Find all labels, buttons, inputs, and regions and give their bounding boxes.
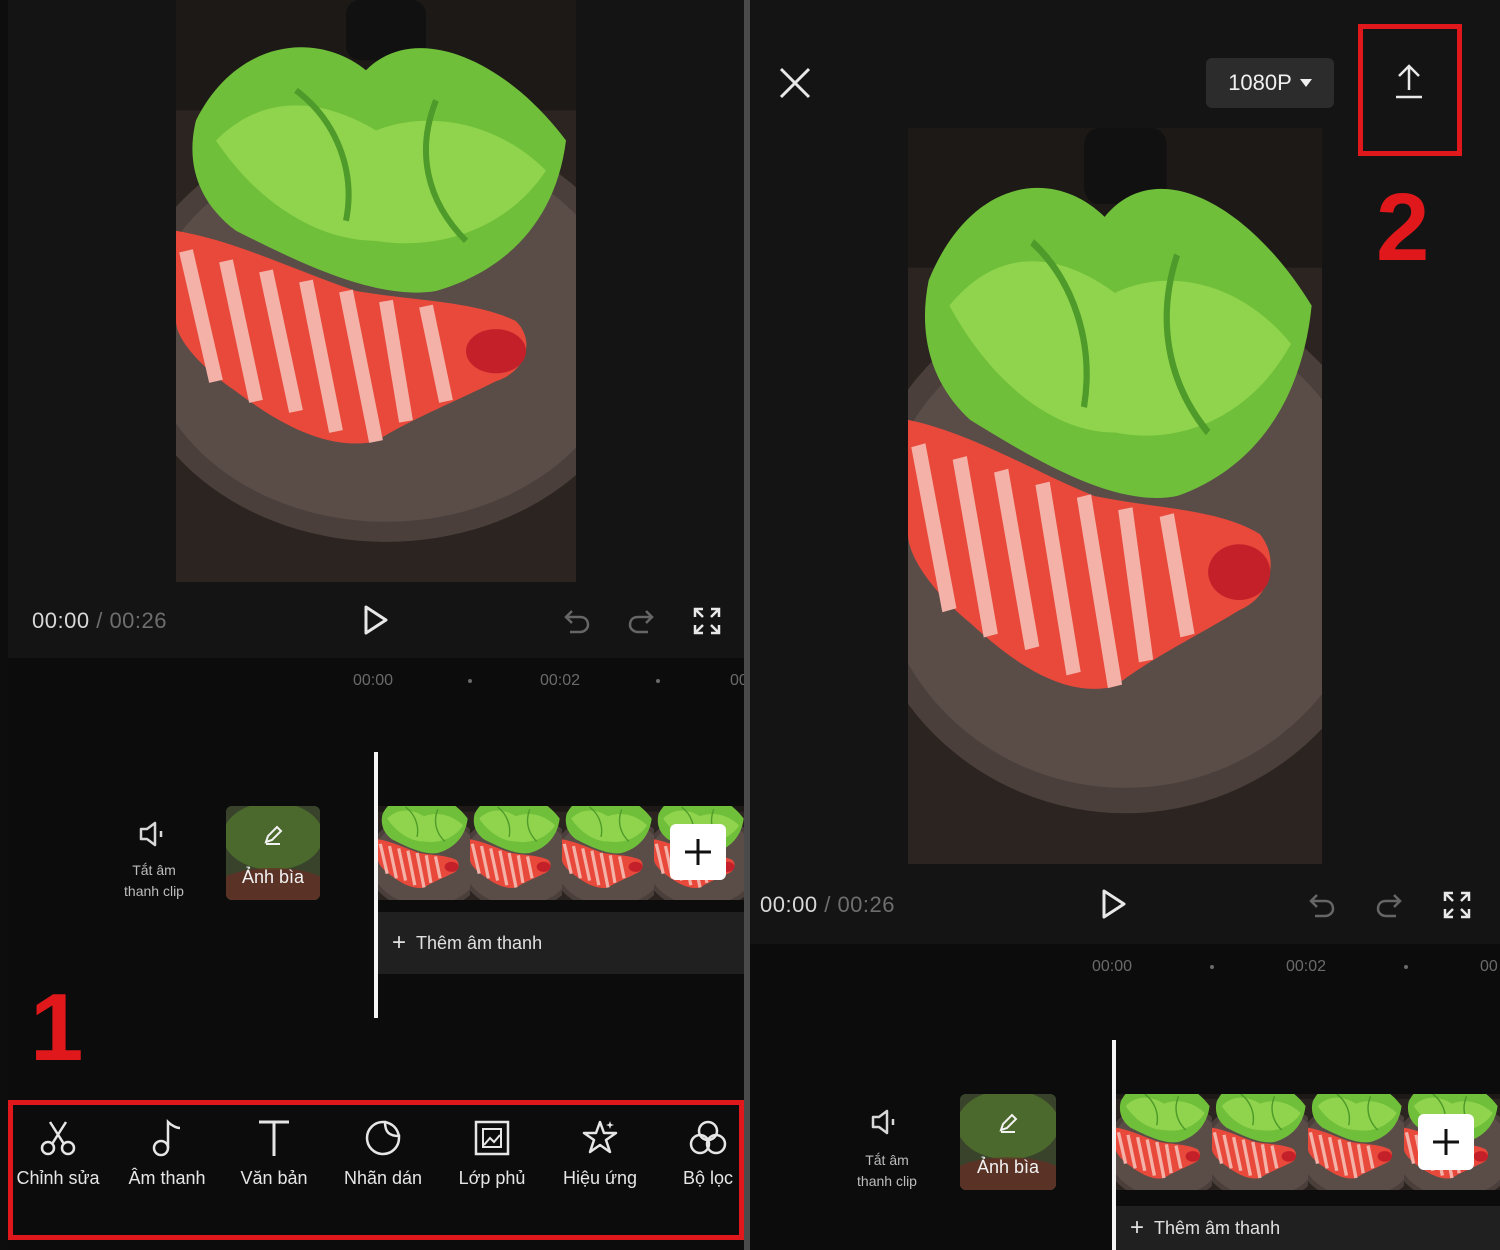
add-audio-plus-icon: +	[392, 929, 407, 956]
speaker-icon	[139, 821, 163, 847]
fullscreen-icon	[1443, 891, 1471, 919]
clip-frame	[470, 806, 562, 900]
clip-frame	[1212, 1094, 1308, 1190]
clip-frame	[1116, 1094, 1212, 1190]
edit-pencil-icon	[226, 824, 320, 846]
redo-icon	[628, 610, 654, 634]
ruler-mark: 00:00	[353, 672, 394, 689]
video-preview	[176, 0, 576, 582]
play-icon	[364, 605, 388, 635]
ruler-mark: 00	[1480, 958, 1498, 975]
speaker-icon	[871, 1109, 895, 1135]
mute-clip-label-line1: Tắt âm	[865, 1152, 909, 1168]
cover-thumbnail[interactable]: Ảnh bìa	[226, 806, 320, 900]
resolution-label: 1080P	[1228, 70, 1292, 95]
plus-icon	[685, 839, 711, 865]
ruler-mark: 00:02	[540, 672, 581, 689]
play-button[interactable]	[358, 602, 394, 638]
redo-button[interactable]	[1372, 888, 1406, 922]
mute-clip-button[interactable]	[868, 1106, 904, 1138]
clip-frame	[378, 806, 470, 900]
undo-icon	[1309, 894, 1335, 918]
timecode-current: 00:00	[760, 892, 818, 917]
export-highlight-box	[1358, 24, 1462, 156]
annotation-step-2: 2	[1376, 174, 1430, 281]
ruler-dot	[468, 679, 472, 683]
undo-button[interactable]	[1305, 888, 1339, 922]
left-editor-screen: 00:00 / 00:26 00:00 00:02 00 Tắt âm than…	[8, 0, 744, 1250]
mute-clip-label-line2: thanh clip	[124, 883, 184, 899]
redo-button[interactable]	[624, 604, 658, 638]
undo-button[interactable]	[560, 604, 594, 638]
mute-clip-label-line1: Tắt âm	[132, 862, 176, 878]
close-button[interactable]	[774, 62, 816, 104]
fullscreen-button[interactable]	[1440, 888, 1474, 922]
ruler-dot	[1404, 965, 1408, 969]
timecode-current: 00:00	[32, 608, 90, 633]
add-audio-label: Thêm âm thanh	[416, 932, 543, 953]
cover-label: Ảnh bìa	[976, 1157, 1040, 1177]
add-audio-label: Thêm âm thanh	[1154, 1217, 1281, 1238]
fullscreen-button[interactable]	[690, 604, 724, 638]
ruler-dot	[1210, 965, 1214, 969]
timecode-total: 00:26	[109, 608, 167, 633]
play-button[interactable]	[1096, 886, 1132, 922]
clip-frame	[562, 806, 654, 900]
ruler-mark: 00:02	[1286, 958, 1327, 975]
mute-clip-button[interactable]	[136, 818, 172, 850]
plus-icon	[1433, 1129, 1459, 1155]
mute-clip-label: Tắt âm thanh clip	[99, 860, 209, 902]
undo-icon	[564, 610, 590, 634]
timecode-total: 00:26	[837, 892, 895, 917]
add-audio-button[interactable]: + Thêm âm thanh	[378, 912, 744, 974]
fullscreen-icon	[693, 607, 721, 635]
redo-icon	[1376, 894, 1402, 918]
mute-clip-label-line2: thanh clip	[857, 1173, 917, 1189]
chevron-down-icon	[1299, 79, 1312, 87]
add-audio-plus-icon: +	[1130, 1214, 1145, 1241]
add-audio-button[interactable]: + Thêm âm thanh	[1116, 1206, 1500, 1250]
play-icon	[1102, 889, 1126, 919]
timecode: 00:00 / 00:26	[32, 608, 167, 634]
ruler-dot	[656, 679, 660, 683]
cover-thumbnail[interactable]: Ảnh bìa	[960, 1094, 1056, 1190]
mute-clip-label: Tắt âm thanh clip	[832, 1150, 942, 1192]
timecode-separator: /	[824, 892, 831, 917]
add-clip-button[interactable]	[1418, 1114, 1474, 1170]
video-preview	[908, 128, 1322, 864]
resolution-dropdown[interactable]: 1080P	[1206, 58, 1334, 108]
add-clip-button[interactable]	[670, 824, 726, 880]
close-icon	[779, 67, 811, 99]
timecode-separator: /	[96, 608, 103, 633]
ruler-mark: 00	[730, 672, 744, 689]
edit-pencil-icon	[960, 1112, 1056, 1134]
annotation-step-1: 1	[30, 974, 84, 1081]
ruler-mark: 00:00	[1092, 958, 1133, 975]
toolbar-highlight-box	[8, 1100, 744, 1240]
clip-frame	[1308, 1094, 1404, 1190]
cover-label: Ảnh bìa	[241, 867, 305, 887]
timecode: 00:00 / 00:26	[760, 892, 895, 918]
right-export-screen: 1080P 2 00:00 / 00:26 00:00 00:02 00 Tắt…	[750, 0, 1500, 1250]
